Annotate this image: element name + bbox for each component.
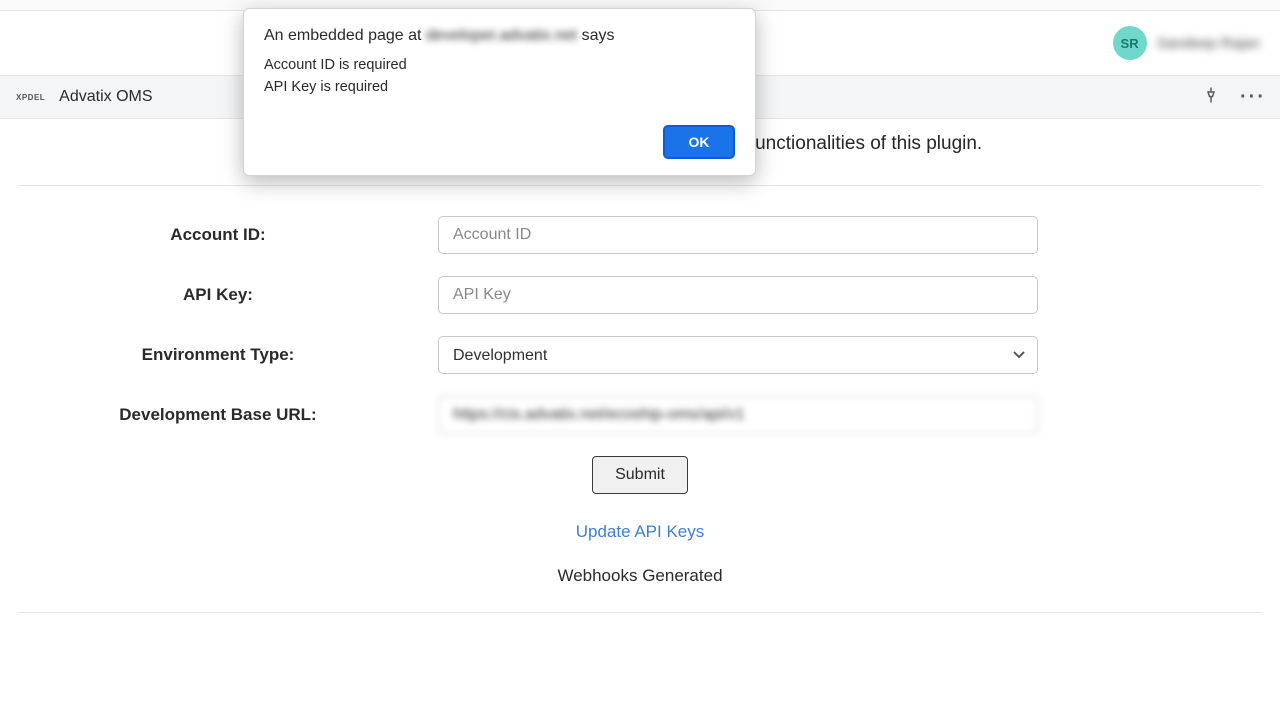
webhooks-status: Webhooks Generated [18, 566, 1262, 586]
label-env-type: Environment Type: [18, 345, 438, 365]
more-icon[interactable]: ··· [1240, 87, 1266, 107]
submit-button[interactable]: Submit [592, 456, 688, 494]
user-name-label: Sandeep Rajan [1157, 35, 1260, 52]
label-dev-base-url: Development Base URL: [18, 405, 438, 425]
api-key-input[interactable] [438, 276, 1038, 314]
alert-body: Account ID is required API Key is requir… [264, 55, 735, 99]
pin-icon[interactable] [1202, 86, 1220, 109]
alert-title-prefix: An embedded page at [264, 27, 426, 44]
env-type-select[interactable]: Development [438, 336, 1038, 374]
alert-origin: developer.advatix.net [426, 27, 577, 44]
logo-chip: XPDEL [14, 92, 47, 103]
alert-line-2: API Key is required [264, 77, 735, 99]
label-account-id: Account ID: [18, 225, 438, 245]
settings-form: Account ID: API Key: Environment Type: D… [18, 216, 1262, 613]
row-dev-base-url: Development Base URL: [18, 396, 1262, 434]
content-area: Account ID and API Key are required for … [0, 119, 1280, 613]
alert-title: An embedded page at developer.advatix.ne… [264, 27, 735, 45]
avatar[interactable]: SR [1113, 26, 1147, 60]
divider-bottom [18, 612, 1262, 613]
label-api-key: API Key: [18, 285, 438, 305]
app-title: Advatix OMS [59, 88, 152, 106]
row-account-id: Account ID: [18, 216, 1262, 254]
alert-title-suffix: says [577, 27, 614, 44]
update-api-keys-link[interactable]: Update API Keys [576, 522, 705, 541]
js-alert-dialog: An embedded page at developer.advatix.ne… [243, 8, 756, 176]
row-env-type: Environment Type: Development [18, 336, 1262, 374]
alert-ok-button[interactable]: OK [663, 125, 735, 159]
row-api-key: API Key: [18, 276, 1262, 314]
dev-base-url-input[interactable] [438, 396, 1038, 434]
divider-top [18, 185, 1262, 186]
alert-line-1: Account ID is required [264, 55, 735, 77]
account-id-input[interactable] [438, 216, 1038, 254]
